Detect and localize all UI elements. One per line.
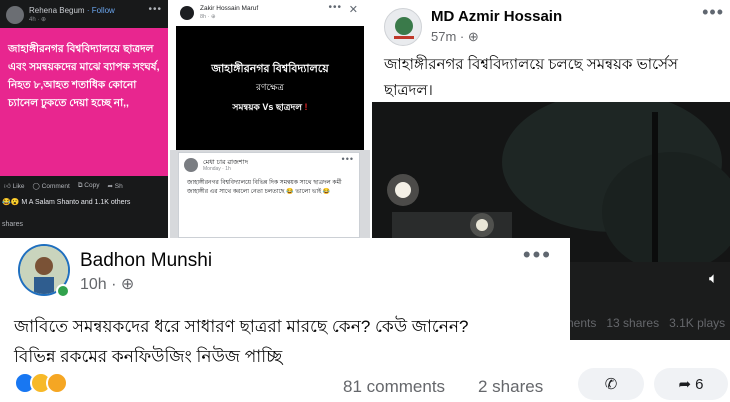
post-stats: nents 13 shares 3.1K plays	[567, 316, 725, 330]
close-icon[interactable]: ✕	[349, 3, 358, 16]
post-text: জাবিতে সমন্বয়কদের ধরে সাধারণ ছাত্ররা মা…	[14, 312, 564, 372]
avatar[interactable]	[184, 158, 198, 172]
post-time: 4h · ⊕	[29, 17, 47, 23]
card-title: জাহাঙ্গীরনগর বিশ্ববিদ্যালয়ে	[211, 63, 329, 75]
more-options-icon[interactable]: •••	[342, 154, 354, 164]
like-button[interactable]: 👍︎ Like	[4, 182, 25, 190]
globe-icon: ⊕	[211, 14, 216, 20]
card-text: জাহাঙ্গীরনগর বিশ্ববিদ্যালয়ে ছাত্রদল এবং…	[8, 43, 160, 109]
share-button[interactable]: ➦ Sh	[107, 182, 122, 190]
post-time: 57m · ⊕	[431, 29, 479, 44]
online-status-indicator	[56, 284, 70, 298]
shares-count[interactable]: 2 shares	[478, 377, 543, 397]
share-icon: ➦	[107, 183, 115, 190]
more-options-icon[interactable]: •••	[523, 242, 552, 268]
avatar[interactable]	[180, 6, 194, 20]
reaction-icons[interactable]	[14, 372, 68, 394]
post-time: 8h · ⊕	[200, 14, 216, 20]
reaction-icons: 😂😮	[2, 199, 22, 206]
copy-button[interactable]: ⧉ Copy	[78, 182, 100, 190]
share-arrow-icon: ➦	[678, 376, 692, 393]
card-subtitle: রণক্ষেত্র	[256, 82, 284, 92]
globe-icon: ⊕	[41, 17, 47, 23]
post-author[interactable]: Rehena Begum · Follow	[29, 6, 115, 15]
action-bar: 👍︎ Like ◯ Comment ⧉ Copy ➦ Sh	[0, 178, 168, 194]
post-rehena-begum: Rehena Begum · Follow 4h · ⊕ ••• জাহাঙ্গ…	[0, 0, 168, 238]
post-text-line: জাবিতে সমন্বয়কদের ধরে সাধারণ ছাত্ররা মা…	[14, 317, 469, 336]
post-author[interactable]: Badhon Munshi	[80, 250, 212, 272]
shared-post-text: জাহাঙ্গীরনগর বিশ্ববিদ্যালয়ে বিভিন্ন দিক…	[187, 180, 342, 195]
comments-count[interactable]: nents	[567, 316, 596, 330]
more-options-icon[interactable]: •••	[148, 4, 162, 15]
shares-count[interactable]: shares	[2, 221, 23, 228]
more-options-icon[interactable]: •••	[328, 2, 342, 13]
avatar[interactable]	[384, 8, 422, 46]
share-button[interactable]: ➦ 6	[654, 368, 728, 400]
avatar-emblem-icon	[394, 17, 414, 39]
post-text-line: বিভিন্ন রকমের কনফিউজিং নিউজ পাচ্ছি	[14, 347, 283, 366]
post-time: 10h · ⊕	[80, 276, 135, 293]
post-text: জাহাঙ্গীরনগর বিশ্ববিদ্যালয়ে চলছে সমন্বয…	[384, 56, 678, 99]
shares-count[interactable]: 13 shares	[606, 316, 659, 330]
follow-link[interactable]: · Follow	[87, 6, 115, 15]
reactions-summary[interactable]: 😂😮 M A Salam Shanto and 1.1K others	[2, 198, 130, 206]
post-author[interactable]: Zakir Hossain Maruf	[200, 5, 258, 12]
comments-count[interactable]: 81 comments	[343, 377, 445, 397]
post-badhon-munshi: Badhon Munshi 10h · ⊕ ••• জাবিতে সমন্বয়…	[0, 238, 570, 402]
card-versus-line: সমন্বয়ক Vs ছাত্রদল !	[232, 102, 308, 112]
comment-icon: ◯	[32, 183, 42, 190]
comment-button[interactable]: ◯ Comment	[33, 182, 70, 190]
shared-post-time: Monday · 1h	[203, 166, 231, 172]
globe-icon: ⊕	[467, 29, 479, 44]
wow-reaction-icon	[46, 372, 68, 394]
speaker-icon[interactable]: 🔈︎	[709, 270, 718, 287]
whatsapp-icon: ✆	[604, 376, 618, 393]
thumbs-up-icon: 👍︎	[4, 183, 13, 190]
more-options-icon[interactable]: •••	[702, 2, 724, 23]
avatar[interactable]	[6, 6, 24, 24]
post-author[interactable]: MD Azmir Hossain	[431, 8, 562, 25]
shared-post-card[interactable]: মেধা চার ৱাজশাদ Monday · 1h ••• জাহাঙ্গী…	[178, 152, 360, 238]
plays-count: 3.1K plays	[669, 316, 726, 330]
globe-icon: ⊕	[120, 276, 135, 293]
whatsapp-share-button[interactable]: ✆	[578, 368, 644, 400]
